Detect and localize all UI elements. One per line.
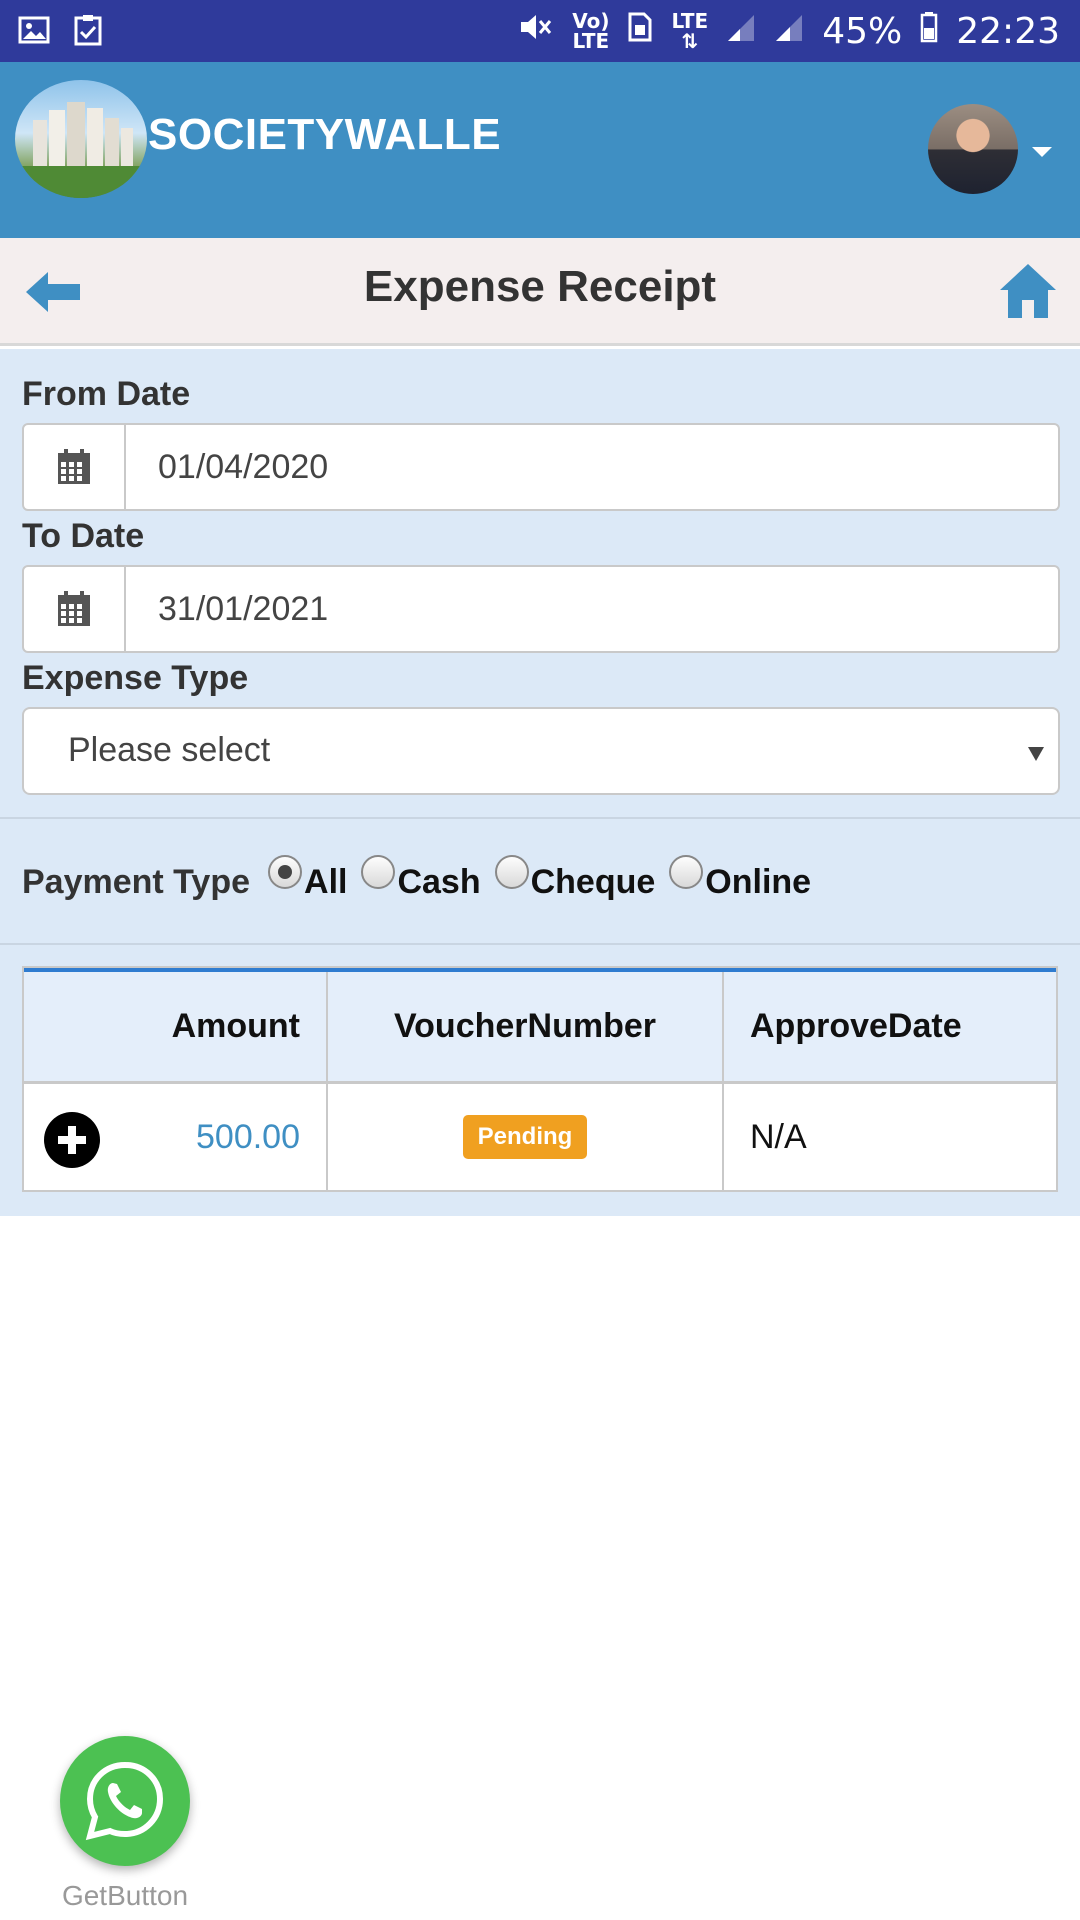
divider <box>0 943 1080 945</box>
expand-plus-icon[interactable] <box>44 1112 100 1168</box>
column-header-voucher[interactable]: VoucherNumber <box>328 972 724 1081</box>
battery-percent: 45% <box>822 10 903 52</box>
column-header-approve-date[interactable]: ApproveDate <box>724 972 1056 1081</box>
home-icon[interactable] <box>998 262 1058 320</box>
amount-value: 500.00 <box>196 1117 300 1156</box>
radio-cheque-label[interactable]: Cheque <box>531 863 656 902</box>
radio-online-label[interactable]: Online <box>705 863 811 902</box>
divider <box>0 817 1080 819</box>
approve-date-cell: N/A <box>750 1117 807 1156</box>
clock: 22:23 <box>956 10 1060 52</box>
task-icon <box>74 14 102 51</box>
column-header-amount[interactable]: Amount <box>24 972 328 1081</box>
from-date-label: From Date <box>22 375 191 413</box>
radio-all[interactable] <box>268 855 303 889</box>
whatsapp-icon <box>85 1761 164 1841</box>
amount-cell: 500.00 <box>24 1084 328 1190</box>
brand-name: SOCIETYWALLE <box>148 110 502 159</box>
radio-all-label[interactable]: All <box>304 863 347 902</box>
lte-text: LTE <box>671 9 709 33</box>
volte-indicator: Vo) LTE <box>572 11 609 51</box>
page-title: Expense Receipt <box>363 262 717 311</box>
expense-type-select[interactable]: Please select <box>22 707 1060 795</box>
radio-online[interactable] <box>669 855 704 889</box>
user-avatar[interactable] <box>928 104 1018 194</box>
table-row[interactable]: 500.00 Pending N/A <box>24 1084 1056 1190</box>
table-header: Amount VoucherNumber ApproveDate <box>24 968 1056 1084</box>
from-date-input[interactable] <box>126 425 1058 509</box>
to-date-label: To Date <box>22 517 145 555</box>
radio-cash-label[interactable]: Cash <box>397 863 480 902</box>
chevron-down-icon[interactable] <box>1032 147 1052 157</box>
page-header: Expense Receipt <box>0 238 1080 346</box>
dropdown-arrow-icon <box>1028 747 1044 761</box>
volte-lte-text: LTE <box>572 29 610 53</box>
get-button-label[interactable]: GetButton <box>60 1880 190 1912</box>
society-logo[interactable] <box>15 80 147 198</box>
expense-table: Amount VoucherNumber ApproveDate 500.00 … <box>22 966 1058 1192</box>
to-date-input[interactable] <box>126 567 1058 651</box>
signal-icon-2 <box>774 11 804 52</box>
expense-type-label: Expense Type <box>22 659 249 697</box>
payment-type-label: Payment Type <box>22 862 251 901</box>
sim-icon <box>627 11 653 52</box>
status-badge: Pending <box>462 1115 588 1159</box>
signal-icon <box>726 11 756 52</box>
app-header: SOCIETYWALLE <box>0 62 1080 238</box>
radio-cash[interactable] <box>361 855 396 889</box>
mute-icon <box>518 11 554 52</box>
calendar-icon[interactable] <box>24 567 126 651</box>
payment-type-row: Payment Type All Cash Cheque Online <box>22 852 811 912</box>
voucher-cell: Pending <box>328 1084 724 1190</box>
radio-cheque[interactable] <box>494 855 529 889</box>
whatsapp-button[interactable] <box>60 1736 190 1866</box>
to-date-group <box>22 565 1060 653</box>
battery-icon <box>920 11 938 52</box>
lte-indicator: LTE ⇅ <box>671 9 709 53</box>
from-date-group <box>22 423 1060 511</box>
expense-type-value: Please select <box>68 731 271 769</box>
status-bar: Vo) LTE LTE ⇅ 45% 22:23 <box>0 0 1080 62</box>
calendar-icon[interactable] <box>24 425 126 509</box>
gallery-icon <box>18 14 50 51</box>
